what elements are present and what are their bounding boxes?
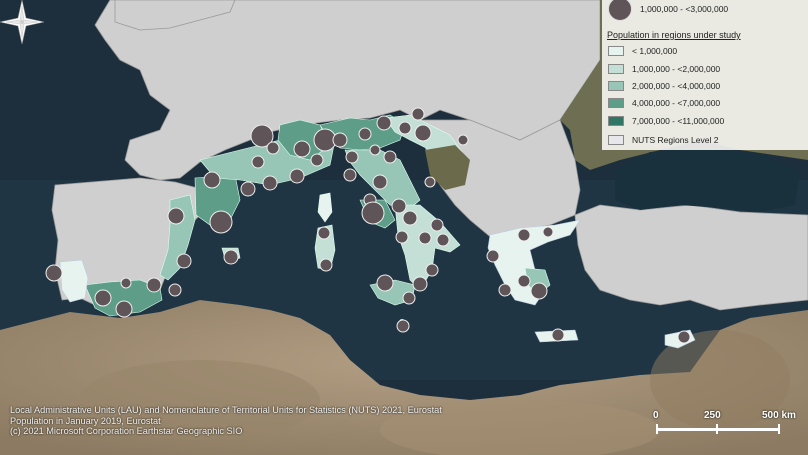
map-legend: 1,000,000 - <3,000,000 Population in reg… [602, 0, 808, 150]
legend-class-row: 1,000,000 - <2,000,000 [608, 62, 720, 75]
credit-line: Population in January 2019, Eurostat [10, 415, 161, 426]
city-marker[interactable] [414, 124, 432, 142]
city-marker[interactable] [457, 134, 469, 146]
legend-title: Population in regions under study [607, 30, 741, 40]
legend-swatch [608, 80, 624, 91]
city-marker[interactable] [396, 319, 410, 333]
city-marker[interactable] [517, 228, 531, 242]
city-marker[interactable] [418, 231, 432, 245]
city-marker[interactable] [498, 283, 512, 297]
scale-tick [656, 424, 658, 434]
city-marker[interactable] [517, 274, 531, 288]
city-marker[interactable] [167, 207, 185, 225]
scale-bar: 0 250 500 km [650, 408, 808, 444]
city-marker[interactable] [203, 171, 221, 189]
legend-swatch [608, 115, 624, 126]
city-marker[interactable] [412, 276, 428, 292]
legend-city-size-row: 1,000,000 - <3,000,000 [608, 0, 729, 21]
city-marker[interactable] [345, 150, 359, 164]
legend-class-label: 2,000,000 - <4,000,000 [632, 80, 721, 91]
city-marker[interactable] [209, 210, 233, 234]
city-size-symbol-icon [608, 0, 632, 21]
city-marker[interactable] [551, 328, 565, 342]
legend-swatch [608, 63, 624, 74]
north-arrow-compass-icon [0, 0, 44, 44]
city-marker[interactable] [176, 253, 192, 269]
city-marker[interactable] [94, 289, 112, 307]
city-marker[interactable] [395, 230, 409, 244]
legend-city-size-label: 1,000,000 - <3,000,000 [640, 3, 729, 14]
city-marker[interactable] [223, 249, 239, 265]
city-marker[interactable] [372, 174, 388, 190]
city-marker[interactable] [411, 107, 425, 121]
credit-line: (c) 2021 Microsoft Corporation Earthstar… [10, 426, 243, 437]
city-marker[interactable] [425, 263, 439, 277]
legend-class-label: 7,000,000 - <11,000,000 [632, 115, 725, 126]
scale-label-250: 250 [704, 410, 721, 421]
city-marker[interactable] [146, 277, 162, 293]
city-marker[interactable] [361, 201, 385, 225]
city-marker[interactable] [402, 291, 416, 305]
city-marker[interactable] [262, 175, 278, 191]
city-marker[interactable] [115, 300, 133, 318]
city-marker[interactable] [332, 132, 348, 148]
city-marker[interactable] [266, 141, 280, 155]
legend-class-label: < 1,000,000 [632, 45, 678, 56]
city-marker[interactable] [293, 140, 311, 158]
map-credits: Local Administrative Units (LAU) and Nom… [10, 405, 442, 437]
city-marker[interactable] [542, 226, 554, 238]
city-marker[interactable] [319, 258, 333, 272]
city-marker[interactable] [358, 127, 372, 141]
city-marker[interactable] [391, 198, 407, 214]
city-marker[interactable] [436, 233, 450, 247]
legend-nuts-row: NUTS Regions Level 2 [608, 133, 718, 146]
legend-class-row: 4,000,000 - <7,000,000 [608, 96, 720, 109]
credit-line: Local Administrative Units (LAU) and Nom… [10, 405, 442, 415]
legend-class-row: 7,000,000 - <11,000,000 [608, 114, 724, 127]
scale-label-0: 0 [653, 410, 659, 421]
city-marker[interactable] [343, 168, 357, 182]
city-marker[interactable] [530, 282, 548, 300]
scale-label-500: 500 km [762, 410, 796, 421]
city-marker[interactable] [376, 274, 394, 292]
legend-swatch [608, 45, 624, 56]
city-marker[interactable] [317, 226, 331, 240]
legend-class-row: 2,000,000 - <4,000,000 [608, 79, 720, 92]
legend-swatch [608, 134, 624, 145]
city-marker[interactable] [677, 330, 691, 344]
city-marker[interactable] [376, 115, 392, 131]
city-marker[interactable] [240, 181, 256, 197]
legend-nuts-label: NUTS Regions Level 2 [632, 134, 719, 145]
scale-line [656, 428, 780, 431]
city-marker[interactable] [251, 155, 265, 169]
legend-class-row: < 1,000,000 [608, 44, 677, 57]
city-marker[interactable] [383, 150, 397, 164]
scale-tick [778, 424, 780, 434]
city-marker[interactable] [486, 249, 500, 263]
legend-swatch [608, 97, 624, 108]
scale-tick [716, 424, 718, 434]
city-marker[interactable] [168, 283, 182, 297]
legend-class-label: 1,000,000 - <2,000,000 [632, 63, 721, 74]
map-view[interactable]: 1,000,000 - <3,000,000 Population in reg… [0, 0, 808, 455]
city-marker[interactable] [430, 218, 444, 232]
city-marker[interactable] [289, 168, 305, 184]
city-marker[interactable] [402, 210, 418, 226]
legend-class-label: 4,000,000 - <7,000,000 [632, 97, 721, 108]
city-marker[interactable] [45, 264, 63, 282]
city-marker[interactable] [120, 277, 132, 289]
city-marker[interactable] [424, 176, 436, 188]
city-marker[interactable] [398, 121, 412, 135]
city-marker[interactable] [310, 153, 324, 167]
city-marker[interactable] [369, 144, 381, 156]
